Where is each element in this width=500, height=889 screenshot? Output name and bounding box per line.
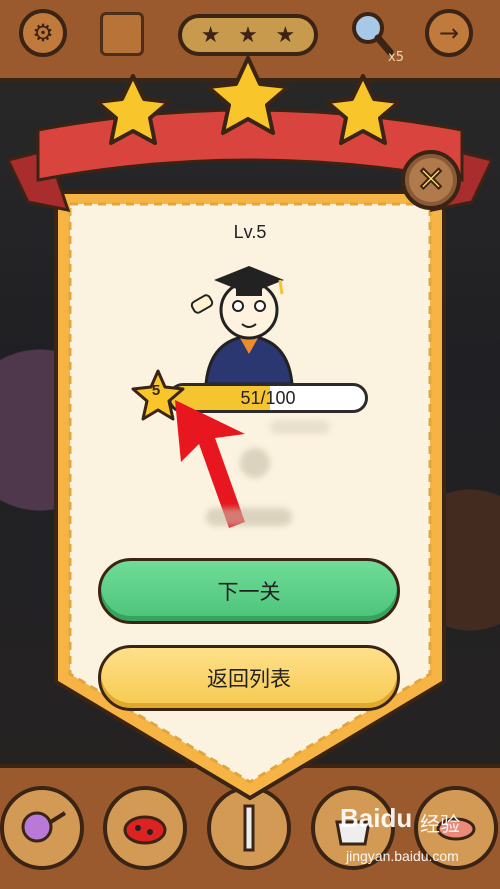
watermark-url: jingyan.baidu.com — [346, 848, 459, 864]
star-icon — [95, 74, 171, 145]
star-outline-icon: ★ — [200, 22, 221, 48]
level-star-number: 5 — [151, 382, 161, 399]
close-icon: ✕ — [409, 158, 453, 202]
next-level-button[interactable]: 下一关 — [98, 558, 400, 624]
star-icon — [206, 56, 290, 135]
blurred-element — [240, 448, 270, 478]
arrow-right-icon: → — [438, 19, 460, 47]
close-button[interactable]: ✕ — [401, 150, 461, 210]
ladybug-icon — [123, 815, 167, 845]
blurred-element — [270, 420, 330, 434]
next-arrow-button[interactable]: → — [425, 9, 473, 57]
watermark-label: 经验 — [420, 812, 460, 836]
level-title: Lv.5 — [233, 222, 267, 242]
bone-icon — [243, 804, 255, 852]
blurred-element — [206, 508, 292, 526]
level-stars-indicator: ★ ★ ★ — [178, 14, 318, 56]
gear-icon: ⚙ — [32, 19, 54, 47]
star-outline-icon: ★ — [275, 22, 296, 48]
star-outline-icon: ★ — [238, 22, 258, 48]
graduate-avatar — [190, 266, 294, 384]
puzzle-icon[interactable] — [100, 12, 144, 56]
back-to-list-button[interactable]: 返回列表 — [98, 645, 400, 711]
star-icon — [325, 74, 401, 145]
earned-stars — [95, 56, 401, 145]
lollipop-icon — [21, 811, 67, 843]
watermark-brand: Baidu — [340, 803, 413, 833]
settings-button[interactable]: ⚙ — [19, 9, 67, 57]
